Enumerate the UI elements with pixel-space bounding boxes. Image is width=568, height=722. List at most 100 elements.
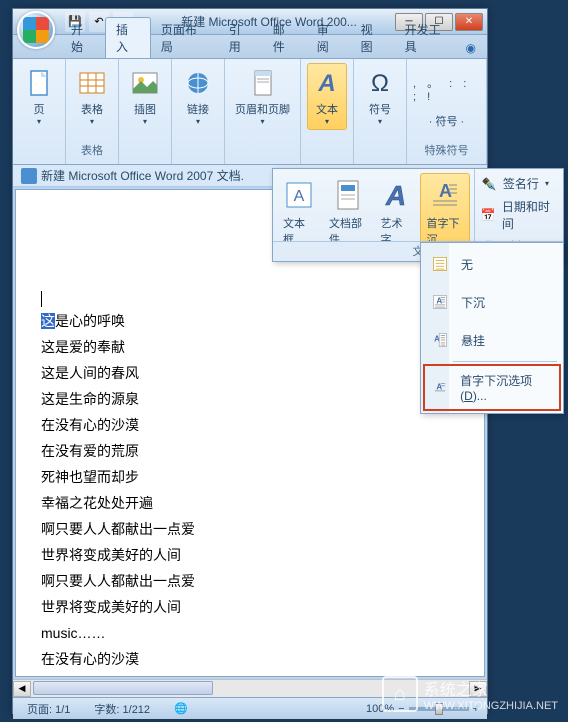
svg-text:A: A bbox=[439, 181, 452, 201]
app-window: 💾 ↶ ↷ 新建 Microsoft Office Word 200... ─ … bbox=[12, 8, 488, 714]
symbol-sublabel[interactable]: · 符号 · bbox=[429, 113, 464, 129]
page-button[interactable]: 页 ▾ bbox=[19, 63, 59, 130]
page-status[interactable]: 页面: 1/1 bbox=[21, 699, 76, 719]
watermark-logo-icon: ⌂ bbox=[382, 676, 418, 712]
link-button[interactable]: 链接 ▾ bbox=[178, 63, 218, 130]
office-button[interactable] bbox=[17, 11, 55, 49]
doc-line: 世界将变成美好的人间 bbox=[41, 542, 459, 568]
chevron-down-icon: ▾ bbox=[325, 117, 329, 126]
ribbon-tabs: 开始 插入 页面布局 引用 邮件 审阅 视图 开发工具 ◉ bbox=[13, 35, 487, 59]
dropcap-dropdown-menu: 无 A 下沉 A 悬挂 A 首字下沉选项(D)... bbox=[420, 242, 564, 414]
symbol-button[interactable]: Ω 符号 ▾ bbox=[360, 63, 400, 130]
dropcap-dropped-item[interactable]: A 下沉 bbox=[423, 283, 561, 321]
dropcap-margin-item[interactable]: A 悬挂 bbox=[423, 321, 561, 359]
page-icon bbox=[23, 67, 55, 99]
tab-layout[interactable]: 页面布局 bbox=[151, 18, 219, 58]
chevron-down-icon: ▾ bbox=[196, 117, 200, 126]
datetime-button[interactable]: 📅 日期和时间 bbox=[481, 198, 557, 232]
text-icon: A bbox=[311, 67, 343, 99]
doc-line: 这是心的呼唤 bbox=[41, 308, 459, 334]
dropcap-none-item[interactable]: 无 bbox=[423, 245, 561, 283]
signature-line-button[interactable]: ✒️ 签名行 ▾ bbox=[481, 175, 557, 192]
doc-line: 这是爱的奉献 bbox=[41, 334, 459, 360]
chevron-down-icon: ▾ bbox=[545, 179, 549, 188]
ribbon-group-link: 链接 ▾ bbox=[172, 59, 225, 164]
group-label: 表格 bbox=[81, 140, 103, 160]
ribbon: 页 ▾ 表格 ▾ 表格 bbox=[13, 59, 487, 165]
header-footer-icon bbox=[247, 67, 279, 99]
doc-line: 这是人间的春风 bbox=[41, 360, 459, 386]
ribbon-group-symbol: Ω 符号 ▾ bbox=[354, 59, 407, 164]
group-label bbox=[143, 144, 146, 160]
ribbon-group-header-footer: 页眉和页脚 ▾ bbox=[225, 59, 301, 164]
doc-line: 在没有心的沙漠 bbox=[41, 412, 459, 438]
dropcap-margin-icon: A bbox=[429, 329, 451, 351]
tab-mail[interactable]: 邮件 bbox=[263, 18, 307, 58]
table-button[interactable]: 表格 ▾ bbox=[72, 63, 112, 130]
table-icon bbox=[76, 67, 108, 99]
calendar-icon: 📅 bbox=[481, 207, 496, 223]
signature-icon: ✒️ bbox=[481, 176, 497, 192]
dropcap-none-icon bbox=[429, 253, 451, 275]
cursor-indicator bbox=[41, 291, 42, 307]
tab-dev[interactable]: 开发工具 bbox=[395, 18, 463, 58]
svg-text:A: A bbox=[317, 70, 335, 97]
scroll-left-button[interactable]: ◀ bbox=[13, 681, 31, 697]
office-logo-icon bbox=[23, 17, 49, 43]
tab-review[interactable]: 审阅 bbox=[307, 18, 351, 58]
group-label bbox=[325, 144, 328, 160]
word-doc-icon bbox=[21, 168, 37, 184]
scroll-thumb[interactable] bbox=[33, 681, 213, 695]
wordart-icon: A bbox=[380, 177, 412, 213]
group-label bbox=[196, 144, 199, 160]
menu-separator bbox=[453, 361, 557, 362]
dropcap-icon: A bbox=[429, 177, 461, 213]
group-label: 特殊符号 bbox=[425, 140, 469, 160]
tab-reference[interactable]: 引用 bbox=[219, 18, 263, 58]
group-label bbox=[37, 144, 40, 160]
chevron-down-icon: ▾ bbox=[90, 117, 94, 126]
watermark: ⌂ 系统之家 WWW.XITONGZHIJIA.NET bbox=[382, 676, 558, 712]
ribbon-group-page: 页 ▾ bbox=[13, 59, 66, 164]
ribbon-group-illustration: 插图 ▾ bbox=[119, 59, 172, 164]
link-icon bbox=[182, 67, 214, 99]
dropcap-options-icon: A bbox=[429, 377, 450, 399]
watermark-brand: 系统之家 bbox=[424, 676, 558, 700]
group-label bbox=[261, 144, 264, 160]
selected-text: 这 bbox=[41, 313, 55, 329]
document-content: 这是心的呼唤 这是爱的奉献 这是人间的春风 这是生命的源泉 在没有心的沙漠 在没… bbox=[16, 190, 484, 677]
doc-line: music…… bbox=[41, 620, 459, 646]
lang-status[interactable]: 🌐 bbox=[168, 700, 194, 717]
svg-text:A: A bbox=[385, 180, 406, 211]
text-button[interactable]: A 文本 ▾ bbox=[307, 63, 347, 130]
textbox-icon: A bbox=[283, 177, 315, 213]
dropcap-dropped-icon: A bbox=[429, 291, 451, 313]
chevron-down-icon: ▾ bbox=[260, 117, 264, 126]
tab-start[interactable]: 开始 bbox=[61, 18, 105, 58]
dropcap-options-item[interactable]: A 首字下沉选项(D)... bbox=[423, 364, 561, 411]
chevron-down-icon: ▾ bbox=[143, 117, 147, 126]
help-button[interactable]: ◉ bbox=[463, 38, 479, 58]
ribbon-group-text: A 文本 ▾ bbox=[301, 59, 354, 164]
word-count-status[interactable]: 字数: 1/212 bbox=[88, 699, 156, 719]
doc-line: 啊只要人人都献出一点爱 bbox=[41, 568, 459, 594]
document-tab-label: 新建 Microsoft Office Word 2007 文档. bbox=[41, 167, 244, 184]
svg-text:Ω: Ω bbox=[371, 70, 389, 97]
doc-line: 在没有爱的荒原 bbox=[41, 438, 459, 464]
punctuation-list: , 。 : : ; ! bbox=[413, 75, 480, 103]
quickparts-icon bbox=[332, 177, 364, 213]
document-area[interactable]: 这是心的呼唤 这是爱的奉献 这是人间的春风 这是生命的源泉 在没有心的沙漠 在没… bbox=[15, 189, 485, 677]
chevron-down-icon: ▾ bbox=[378, 117, 382, 126]
doc-line: 在没有心的沙漠 bbox=[41, 646, 459, 672]
chevron-down-icon: ▾ bbox=[37, 117, 41, 126]
doc-line: 这是生命的源泉 bbox=[41, 386, 459, 412]
doc-line: 啊只要人人都献出一点爱 bbox=[41, 516, 459, 542]
group-label bbox=[378, 144, 381, 160]
svg-text:A: A bbox=[294, 188, 305, 205]
header-footer-button[interactable]: 页眉和页脚 ▾ bbox=[231, 63, 294, 130]
tab-view[interactable]: 视图 bbox=[351, 18, 395, 58]
ribbon-group-special-symbol: , 。 : : ; ! · 符号 · 特殊符号 bbox=[407, 59, 487, 164]
doc-line: 幸福之花处处开遍 bbox=[41, 490, 459, 516]
tab-insert[interactable]: 插入 bbox=[105, 17, 151, 58]
illustration-button[interactable]: 插图 ▾ bbox=[125, 63, 165, 130]
